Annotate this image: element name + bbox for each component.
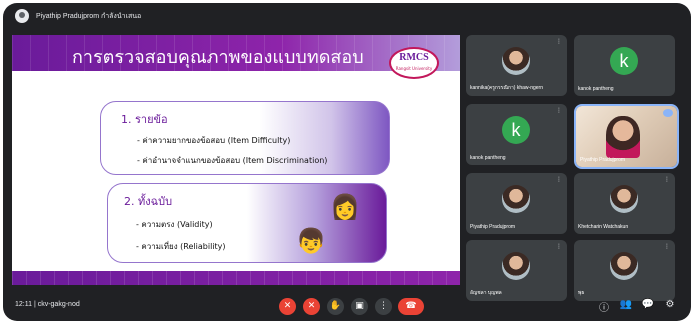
participant-tile[interactable]: ⋮ Piyathip Pradujprom xyxy=(466,173,567,234)
meeting-window: Piyathip Pradujprom กำลังนำเสนอ การตรวจส… xyxy=(3,3,691,321)
participant-avatar xyxy=(610,185,638,213)
participant-name: kannika(ครูกรรณิกา) khaw-ngern xyxy=(470,85,543,91)
section-item: - ค่าอำนาจจำแนกของข้อสอบ (Item Discrimin… xyxy=(137,156,328,165)
logo-text: RMCS xyxy=(399,52,429,63)
rmcs-logo: RMCS Rangsit University xyxy=(389,47,439,79)
tile-options-icon[interactable]: ⋮ xyxy=(556,176,562,183)
participant-video-person xyxy=(606,116,640,158)
participant-tile[interactable]: k kanok pantheng xyxy=(574,35,675,96)
control-bar: 12:11 | ckv-gakg-nod ✕ ✕ ✋ ▣ ⋮ ☎ ⓘ 👥 💬 ⚙ xyxy=(3,293,691,321)
logo-subtext: Rangsit University xyxy=(395,66,433,71)
participant-avatar xyxy=(502,185,530,213)
end-call-button[interactable]: ☎ xyxy=(398,298,424,315)
participant-tile[interactable]: ⋮ อัญชลา บุญพล xyxy=(466,240,567,301)
presenter-label: Piyathip Pradujprom กำลังนำเสนอ xyxy=(36,12,142,20)
boy-emoji-icon: 👦 xyxy=(296,227,326,255)
participant-avatar xyxy=(502,252,530,280)
tile-options-icon[interactable]: ⋮ xyxy=(556,38,562,45)
activities-icon[interactable]: ⚙ xyxy=(663,299,677,310)
camera-toggle-button[interactable]: ✕ xyxy=(303,298,320,315)
participant-avatar xyxy=(502,47,530,75)
raise-hand-button[interactable]: ✋ xyxy=(327,298,344,315)
slide-title: การตรวจสอบคุณภาพของแบบทดสอบ xyxy=(72,47,364,68)
slide-footer-band xyxy=(12,271,460,285)
more-options-button[interactable]: ⋮ xyxy=(375,298,392,315)
section-item: - ความเที่ยง (Reliability) xyxy=(136,242,226,251)
present-screen-button[interactable]: ▣ xyxy=(351,298,368,315)
participant-avatar-letter: k xyxy=(610,47,638,75)
speaking-indicator-icon xyxy=(663,109,673,117)
participant-tile[interactable]: ⋮ พุธ xyxy=(574,240,675,301)
presenter-avatar xyxy=(15,9,29,23)
participant-name: Piyathip Pradujprom xyxy=(470,224,516,230)
presentation-slide: การตรวจสอบคุณภาพของแบบทดสอบ RMCS Rangsit… xyxy=(12,35,460,285)
chat-icon[interactable]: 💬 xyxy=(641,299,655,310)
people-icon[interactable]: 👥 xyxy=(619,299,633,310)
section-item: - ค่าความยากของข้อสอบ (Item Difficulty) xyxy=(137,136,291,145)
tile-options-icon[interactable]: ⋮ xyxy=(664,243,670,250)
presenter-bar: Piyathip Pradujprom กำลังนำเสนอ xyxy=(3,3,691,29)
meeting-info-icon[interactable]: ⓘ xyxy=(597,299,611,314)
mic-toggle-button[interactable]: ✕ xyxy=(279,298,296,315)
section-item-level-box: 1. รายข้อ - ค่าความยากของข้อสอบ (Item Di… xyxy=(100,101,390,175)
section-heading: 2. ทั้งฉบับ xyxy=(124,195,173,208)
tile-options-icon[interactable]: ⋮ xyxy=(556,107,562,114)
section-heading: 1. รายข้อ xyxy=(121,113,168,126)
tile-options-icon[interactable]: ⋮ xyxy=(664,176,670,183)
participant-avatar xyxy=(610,252,638,280)
participant-tile-active[interactable]: Piyathip Pradujprom xyxy=(574,104,679,169)
participant-tile[interactable]: k ⋮ kanok pantheng xyxy=(466,104,567,165)
participant-name: kanok pantheng xyxy=(470,155,506,161)
participant-name: kanok pantheng xyxy=(578,86,614,92)
woman-emoji-icon: 👩 xyxy=(330,193,360,221)
participant-avatar-letter: k xyxy=(502,116,530,144)
meeting-time-code: 12:11 | ckv-gakg-nod xyxy=(15,301,80,308)
participant-name: Khetcharin Watchakun xyxy=(578,224,629,230)
tile-options-icon[interactable]: ⋮ xyxy=(556,243,562,250)
participant-name: Piyathip Pradujprom xyxy=(580,157,626,163)
participant-tile[interactable]: ⋮ Khetcharin Watchakun xyxy=(574,173,675,234)
section-item: - ความตรง (Validity) xyxy=(136,220,213,229)
participant-tile[interactable]: ⋮ kannika(ครูกรรณิกา) khaw-ngern xyxy=(466,35,567,96)
